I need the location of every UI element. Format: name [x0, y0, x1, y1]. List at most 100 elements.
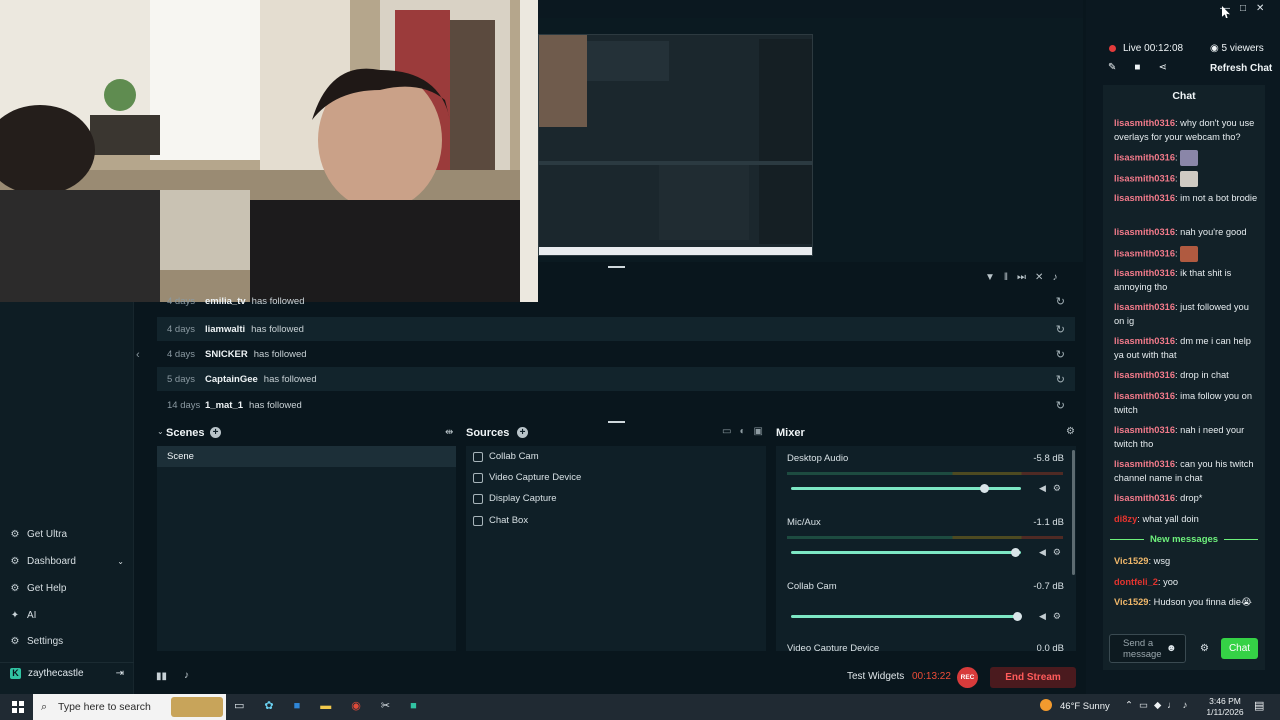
chat-message: Vic1529: Hudson you finna die😭: [1114, 597, 1252, 607]
shield-icon[interactable]: ◆: [1154, 700, 1167, 711]
source-item[interactable]: Display Capture: [473, 493, 557, 504]
mixer-channel-name: Mic/Aux: [787, 517, 821, 528]
refresh-chat-button[interactable]: Refresh Chat: [1210, 63, 1272, 74]
volume-icon[interactable]: ♪: [1183, 700, 1194, 711]
outlook-icon[interactable]: ■: [294, 700, 321, 712]
sidebar-item-get-ultra[interactable]: ⚙ Get Ultra: [10, 529, 68, 540]
end-stream-button[interactable]: End Stream: [990, 667, 1076, 688]
resize-handle[interactable]: [608, 266, 625, 268]
gear-icon[interactable]: ⚙: [1053, 547, 1068, 557]
sidebar-item-get-help[interactable]: ⚙ Get Help: [10, 583, 67, 594]
add-scene-button[interactable]: +: [210, 427, 221, 438]
window-controls[interactable]: —□✕: [1220, 3, 1274, 14]
audio-meter: [787, 472, 1063, 475]
sidebar-item-dashboard[interactable]: ⚙ Dashboard ⌄: [10, 556, 124, 567]
taskbar-search[interactable]: ⌕ Type here to search: [33, 694, 226, 720]
clock[interactable]: 3:46 PM 1/11/2026: [1205, 696, 1245, 718]
volume-slider[interactable]: [791, 551, 1021, 554]
pause-icon[interactable]: ‖: [1004, 272, 1017, 283]
volume-icon[interactable]: ♪: [1052, 272, 1066, 283]
replay-icon[interactable]: ↻: [1056, 399, 1065, 412]
sidebar-item-ai[interactable]: ✦ AI: [10, 609, 37, 621]
volume-slider[interactable]: [791, 615, 1021, 618]
source-item[interactable]: Video Capture Device: [473, 472, 581, 483]
mic-muted-icon[interactable]: ◀: [1039, 547, 1053, 557]
notifications-icon[interactable]: ▤: [1254, 699, 1264, 712]
live-indicator: [1109, 45, 1116, 52]
source-item[interactable]: Collab Cam: [473, 451, 539, 462]
skip-icon[interactable]: ⏭: [1017, 272, 1035, 283]
channel-controls[interactable]: ◀⚙: [1039, 547, 1068, 558]
feed-row: 5 days CaptainGee has followed ↻: [157, 367, 1075, 391]
sources-toolbar[interactable]: ▭◐▣: [722, 426, 771, 437]
eye-icon: ◉: [1210, 43, 1219, 54]
emoji-icon[interactable]: ☻: [1166, 643, 1177, 654]
ai-sparkle-icon: ✦: [10, 609, 20, 621]
streamlabs-icon[interactable]: ■: [410, 700, 437, 712]
emote-icon: [1180, 171, 1199, 187]
folder-icon[interactable]: ▣: [754, 426, 771, 437]
close-icon[interactable]: ✕: [1256, 3, 1274, 14]
windows-start-icon[interactable]: [12, 701, 24, 713]
collapse-icon[interactable]: ⌄: [157, 427, 164, 436]
volume-slider-handle[interactable]: [1013, 612, 1022, 621]
mic-icon[interactable]: ♩: [1167, 700, 1183, 711]
resize-handle[interactable]: [608, 421, 625, 423]
collapse-left-icon[interactable]: ‹: [136, 349, 140, 361]
popout-icon[interactable]: ■: [1134, 62, 1158, 73]
replay-icon[interactable]: ↻: [1056, 373, 1065, 386]
chat-message: lisasmith0316: ik that shit is annoying …: [1114, 268, 1232, 292]
network-icon[interactable]: ▭: [1139, 700, 1154, 711]
chrome-icon[interactable]: ◉: [351, 700, 381, 712]
volume-slider-handle[interactable]: [980, 484, 989, 493]
folder-add-icon[interactable]: ▭: [722, 426, 739, 437]
replay-icon[interactable]: ↻: [1056, 323, 1065, 336]
weather-text[interactable]: 46°F Sunny: [1060, 701, 1110, 712]
share-icon[interactable]: ⋖: [1158, 62, 1184, 73]
gear-icon[interactable]: ⚙: [1053, 483, 1068, 493]
gear-icon[interactable]: ⚙: [1053, 611, 1068, 621]
replay-icon[interactable]: ↻: [1056, 348, 1065, 361]
task-view-icon[interactable]: ▭: [234, 700, 264, 712]
feed-toolbar[interactable]: ▼‖⏭✕♪: [985, 272, 1066, 283]
send-chat-button[interactable]: Chat: [1221, 638, 1258, 659]
capcut-icon[interactable]: ✂: [381, 700, 410, 712]
file-explorer-icon[interactable]: ▬: [320, 700, 351, 712]
system-tray[interactable]: ⌃▭◆♩♪: [1125, 700, 1194, 711]
volume-slider-handle[interactable]: [1011, 548, 1020, 557]
scene-transition-icon[interactable]: ⇹: [445, 427, 453, 438]
test-widgets-button[interactable]: Test Widgets: [847, 671, 904, 682]
taskbar-apps[interactable]: ▭✿■▬◉✂■: [234, 699, 437, 712]
filter-icon[interactable]: ▼: [985, 272, 1004, 283]
weather-icon: [1040, 699, 1052, 711]
record-button[interactable]: REC: [957, 667, 978, 688]
source-item[interactable]: Chat Box: [473, 515, 528, 526]
gamepad-icon[interactable]: ◐: [739, 426, 753, 437]
mixer-scrollbar[interactable]: [1072, 450, 1075, 575]
add-source-button[interactable]: +: [517, 427, 528, 438]
chevron-up-icon[interactable]: ⌃: [1125, 700, 1139, 711]
edit-icon[interactable]: ✎: [1108, 62, 1134, 73]
copilot-icon[interactable]: ✿: [264, 700, 293, 712]
channel-controls[interactable]: ◀⚙: [1039, 483, 1068, 494]
chat-message: dontfeli_2: yoo: [1114, 577, 1179, 587]
sidebar-item-settings[interactable]: ⚙ Settings: [10, 636, 64, 647]
mixer-settings-icon[interactable]: ⚙: [1066, 426, 1075, 437]
maximize-icon[interactable]: □: [1240, 3, 1256, 14]
bell-icon[interactable]: ♪: [184, 670, 189, 681]
chat-message: lisasmith0316: just followed you on ig: [1114, 302, 1249, 326]
speaker-icon[interactable]: ◀: [1039, 611, 1053, 621]
chevron-down-icon[interactable]: ⌄: [117, 557, 124, 566]
user-account[interactable]: K zaythecastle ⇥: [0, 662, 134, 684]
replay-icon[interactable]: ↻: [1056, 295, 1065, 308]
chat-tools[interactable]: ✎■⋖: [1108, 62, 1185, 73]
chat-message: lisasmith0316: drop in chat: [1114, 370, 1229, 380]
speaker-icon[interactable]: ◀: [1039, 483, 1053, 493]
mute-alerts-icon[interactable]: ✕: [1035, 272, 1052, 283]
stats-icon[interactable]: ▮▮: [156, 671, 167, 682]
channel-controls[interactable]: ◀⚙: [1039, 611, 1068, 622]
new-messages-divider[interactable]: New messages: [1110, 534, 1258, 545]
chat-settings-icon[interactable]: ⚙: [1200, 643, 1209, 654]
logout-icon[interactable]: ⇥: [116, 668, 124, 679]
scene-item[interactable]: Scene: [157, 446, 456, 467]
